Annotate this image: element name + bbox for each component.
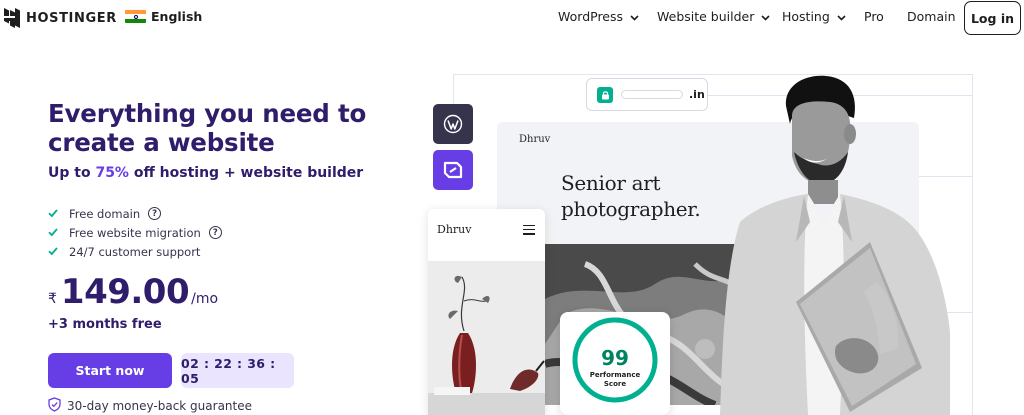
guarantee-text: 30-day money-back guarantee	[67, 399, 252, 413]
money-back-guarantee: 30-day money-back guarantee	[48, 397, 252, 415]
headline-line: photographer.	[561, 197, 701, 221]
performance-label-line: Performance	[589, 371, 641, 379]
feature-list: Free domain ? Free website migration ? 2…	[48, 204, 222, 261]
lock-icon	[597, 86, 613, 103]
desktop-site-name: Dhruv	[519, 134, 551, 145]
url-placeholder	[621, 90, 683, 99]
bonus-offer: +3 months free	[48, 317, 162, 332]
url-bar: .in	[586, 78, 708, 111]
chevron-down-icon	[761, 9, 770, 24]
headline-line: Senior art	[561, 171, 661, 195]
price-value: 149.00	[60, 272, 190, 312]
login-button[interactable]: Log in	[964, 1, 1021, 35]
feature-label: 24/7 customer support	[69, 244, 201, 259]
feature-label: Free domain	[69, 206, 141, 221]
nav-hosting[interactable]: Hosting	[782, 9, 846, 24]
check-icon	[48, 226, 69, 240]
subtitle-suffix: off hosting + website builder	[128, 165, 364, 181]
check-icon	[48, 245, 69, 259]
nav-website-builder[interactable]: Website builder	[657, 9, 770, 24]
nav-wordpress-label: WordPress	[558, 9, 624, 24]
chevron-down-icon	[630, 9, 639, 24]
hero-subtitle: Up to 75% off hosting + website builder	[48, 165, 363, 181]
check-icon	[48, 207, 69, 221]
feature-item: 24/7 customer support	[48, 242, 222, 261]
nav-domain-label: Domain	[907, 9, 956, 24]
mobile-site-name: Dhruv	[437, 223, 472, 236]
desktop-headline: Senior art photographer.	[561, 170, 701, 222]
nav-pro-label: Pro	[864, 9, 884, 24]
performance-label-line: Score	[603, 380, 627, 388]
discount-value: 75%	[95, 165, 129, 181]
performance-score-value: 99	[601, 346, 629, 370]
hero-title: Everything you need to create a website	[48, 99, 367, 157]
price-period: /mo	[191, 291, 219, 307]
wordpress-icon	[433, 104, 473, 144]
language-label: English	[151, 9, 203, 24]
start-now-button[interactable]: Start now	[48, 353, 172, 388]
top-header: HOSTINGER English WordPress Website buil…	[0, 0, 1024, 38]
brand-name: HOSTINGER	[26, 10, 117, 26]
grid-line	[972, 74, 973, 415]
brand-logo[interactable]: HOSTINGER	[4, 8, 117, 28]
feature-item: Free domain ?	[48, 204, 222, 223]
mobile-site-preview: Dhruv	[428, 209, 545, 415]
performance-score-card: 99 Performance Score	[560, 312, 670, 415]
currency-symbol: ₹	[48, 291, 57, 307]
question-circle-icon[interactable]: ?	[208, 226, 222, 239]
nav-hosting-label: Hosting	[782, 9, 830, 24]
nav-wordpress[interactable]: WordPress	[558, 9, 639, 24]
grid-line	[453, 74, 454, 106]
chevron-down-icon	[837, 9, 846, 24]
nav-domain[interactable]: Domain	[907, 9, 956, 24]
nav-pro[interactable]: Pro	[864, 9, 884, 24]
person-photo	[700, 72, 950, 415]
nav-website-builder-label: Website builder	[657, 9, 755, 24]
shield-check-icon	[48, 397, 67, 415]
feature-item: Free website migration ?	[48, 223, 222, 242]
hostinger-logo-icon	[4, 8, 20, 28]
subtitle-prefix: Up to	[48, 165, 96, 181]
website-builder-icon	[433, 150, 473, 190]
language-selector[interactable]: English	[125, 9, 202, 24]
price-block: ₹ 149.00 /mo	[48, 272, 218, 312]
india-flag-icon	[125, 10, 146, 23]
hamburger-icon	[523, 225, 535, 238]
vase-photo	[428, 261, 545, 415]
feature-label: Free website migration	[69, 225, 201, 240]
performance-score-label: Performance Score	[560, 371, 670, 389]
question-circle-icon[interactable]: ?	[148, 207, 162, 220]
countdown-timer: 02 : 22 : 36 : 05	[181, 353, 294, 388]
